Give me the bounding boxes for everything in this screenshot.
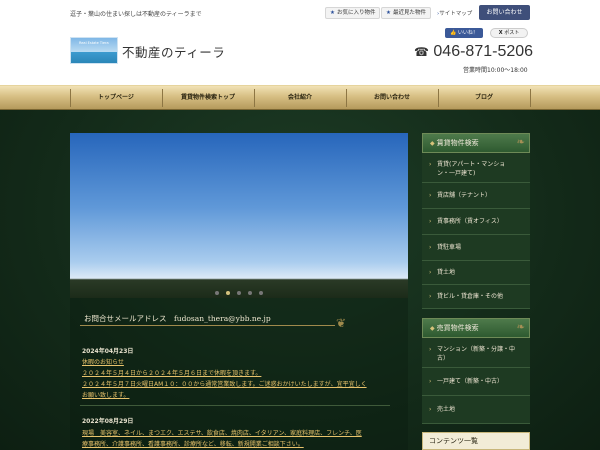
diamond-icon: ◆ xyxy=(430,325,435,332)
slider-dot[interactable] xyxy=(237,291,241,295)
chevron-right-icon: › xyxy=(429,244,432,251)
news-date: 2024年04月23日 xyxy=(82,348,134,355)
site-header: 逗子・葉山の住まい探しは不動産のティーラまで ★ お気に入り物件 ★ 最近見た物件 … xyxy=(0,0,600,85)
news-date: 2022年08月29日 xyxy=(82,418,134,425)
sidebar-item-label: 賃貸(アパート・マンショ xyxy=(437,161,506,168)
sidebar-item-label: 古） xyxy=(437,355,450,362)
phone-number[interactable]: ☎ 046-871-5206 xyxy=(414,43,533,61)
sidebar-item-label: ン・一戸建て) xyxy=(437,170,476,177)
news-link[interactable]: 休暇のお知らせ xyxy=(82,357,124,366)
logo-image-text: Real Estate Tiera xyxy=(79,41,109,45)
rent-search-heading: ◆ 賃貸物件検索 ❧ xyxy=(422,133,530,153)
logo-image[interactable]: Real Estate Tiera xyxy=(70,37,118,64)
sidebar-item-label: 一戸建て（新築・中古） xyxy=(437,378,504,385)
sidebar-item-label: 貸土地 xyxy=(437,269,456,276)
chevron-right-icon: › xyxy=(429,218,432,225)
facebook-like-button[interactable]: 👍 いいね！ xyxy=(445,28,483,38)
news-link[interactable]: ２０２４年５月４日から２０２４年５月６日まで休暇を頂きます。 xyxy=(82,368,261,377)
news-link[interactable]: 療事務所、介護事務所、看護事務所、診療所など、移転、新規開業ご相談下さい。 xyxy=(82,439,304,448)
sidebar-item-sale-mansion[interactable]: › マンション（新築・分譲・中 古） xyxy=(422,338,530,368)
contents-list-heading: コンテンツ一覧 xyxy=(422,432,530,450)
diamond-icon: ◆ xyxy=(430,140,435,147)
sale-search-heading-text: 売買物件検索 xyxy=(436,324,479,332)
favorites-label: お気に入り物件 xyxy=(336,10,376,16)
sitemap-link[interactable]: ›サイトマップ xyxy=(437,9,472,17)
sidebar-item-rent-residential[interactable]: › 賃貸(アパート・マンショ ン・一戸建て) xyxy=(422,153,530,183)
sidebar-item-label: マンション（新築・分譲・中 xyxy=(437,346,516,353)
chevron-right-icon: › xyxy=(429,378,432,385)
news-link[interactable]: ２０２４年５月７日火曜日AM１０：００から通常営業致します。ご迷惑おかけいたしま… xyxy=(82,379,367,388)
like-label: いいね！ xyxy=(457,30,478,36)
nav-item-rent-search[interactable]: 賃貸物件検索トップ xyxy=(162,86,254,110)
sidebar-item-rent-land[interactable]: › 貸土地 xyxy=(422,261,530,285)
sidebar-item-sale-house[interactable]: › 一戸建て（新築・中古） xyxy=(422,368,530,396)
nav-item-top[interactable]: トップページ xyxy=(70,86,162,110)
slider-dot-active[interactable] xyxy=(226,291,230,295)
thumbs-up-icon: 👍 xyxy=(450,30,457,36)
news-link[interactable]: 現場 美容室、ネイル、まつエク、エステサ、飲食店、焼肉店、イタリアン、家庭料理店… xyxy=(82,428,362,437)
ornament-icon: ❧ xyxy=(516,322,525,333)
sidebar-item-rent-parking[interactable]: › 貸駐車場 xyxy=(422,235,530,261)
header-contact-button[interactable]: お問い合わせ xyxy=(479,5,530,20)
x-post-button[interactable]: X ポスト xyxy=(490,28,528,38)
sidebar-item-rent-office[interactable]: › 賃事務所（賃オフィス） xyxy=(422,209,530,235)
sidebar-item-rent-store[interactable]: › 賃店舗（テナント） xyxy=(422,183,530,209)
sidebar-item-rent-other[interactable]: › 貸ビル・貸倉庫・その他 xyxy=(422,285,530,309)
slider-dot[interactable] xyxy=(248,291,252,295)
post-label: ポスト xyxy=(504,30,520,36)
phone-icon: ☎ xyxy=(414,45,429,59)
sidebar-item-label: 賃事務所（賃オフィス） xyxy=(437,218,503,225)
news-link[interactable]: お願い致します。 xyxy=(82,390,129,399)
chevron-right-icon: › xyxy=(429,192,432,199)
nav-item-contact[interactable]: お問い合わせ xyxy=(346,86,438,110)
news-divider xyxy=(80,405,390,406)
star-icon: ★ xyxy=(330,10,335,16)
nav-item-blog[interactable]: ブログ xyxy=(438,86,530,110)
sidebar-item-label: 売土地 xyxy=(437,406,456,413)
recent-button[interactable]: ★ 最近見た物件 xyxy=(381,7,431,19)
heading-divider xyxy=(80,325,335,326)
sidebar-item-label: 貸駐車場 xyxy=(437,244,462,251)
site-tagline: 逗子・葉山の住まい探しは不動産のティーラまで xyxy=(70,11,202,18)
sitemap-label: サイトマップ xyxy=(439,11,473,17)
ornament-icon: ❧ xyxy=(516,137,525,148)
chevron-right-icon: › xyxy=(429,161,432,168)
chevron-right-icon: › xyxy=(429,293,432,300)
chevron-right-icon: › xyxy=(429,269,432,276)
x-logo-icon: X xyxy=(498,30,503,36)
sidebar-item-label: 貸ビル・貸倉庫・その他 xyxy=(437,293,504,300)
global-nav: トップページ 賃貸物件検索トップ 会社紹介 お問い合わせ ブログ xyxy=(0,85,600,110)
chevron-right-icon: › xyxy=(429,346,432,353)
slider-dot[interactable] xyxy=(259,291,263,295)
sidebar-item-label: 賃店舗（テナント） xyxy=(437,192,492,199)
chevron-right-icon: › xyxy=(429,406,432,413)
rent-search-heading-text: 賃貸物件検索 xyxy=(436,139,479,147)
contact-email-heading: お問合せメールアドレス fudosan_thera@ybb.ne.jp xyxy=(84,314,271,323)
favorites-button[interactable]: ★ お気に入り物件 xyxy=(325,7,381,19)
star-icon: ★ xyxy=(386,10,391,16)
logo-text[interactable]: 不動産のティーラ xyxy=(122,42,225,61)
ornament-icon: ❦ xyxy=(336,316,347,330)
slider-dot[interactable] xyxy=(215,291,219,295)
business-hours: 営業時間10:00～18:00 xyxy=(463,67,528,74)
nav-item-company[interactable]: 会社紹介 xyxy=(254,86,346,110)
sale-search-heading: ◆ 売買物件検索 ❧ xyxy=(422,318,530,338)
recent-label: 最近見た物件 xyxy=(392,10,426,16)
hero-slider-image[interactable] xyxy=(70,133,408,298)
phone-text: 046-871-5206 xyxy=(433,43,534,60)
sidebar-item-sale-land[interactable]: › 売土地 xyxy=(422,396,530,424)
nav-divider xyxy=(530,89,531,107)
